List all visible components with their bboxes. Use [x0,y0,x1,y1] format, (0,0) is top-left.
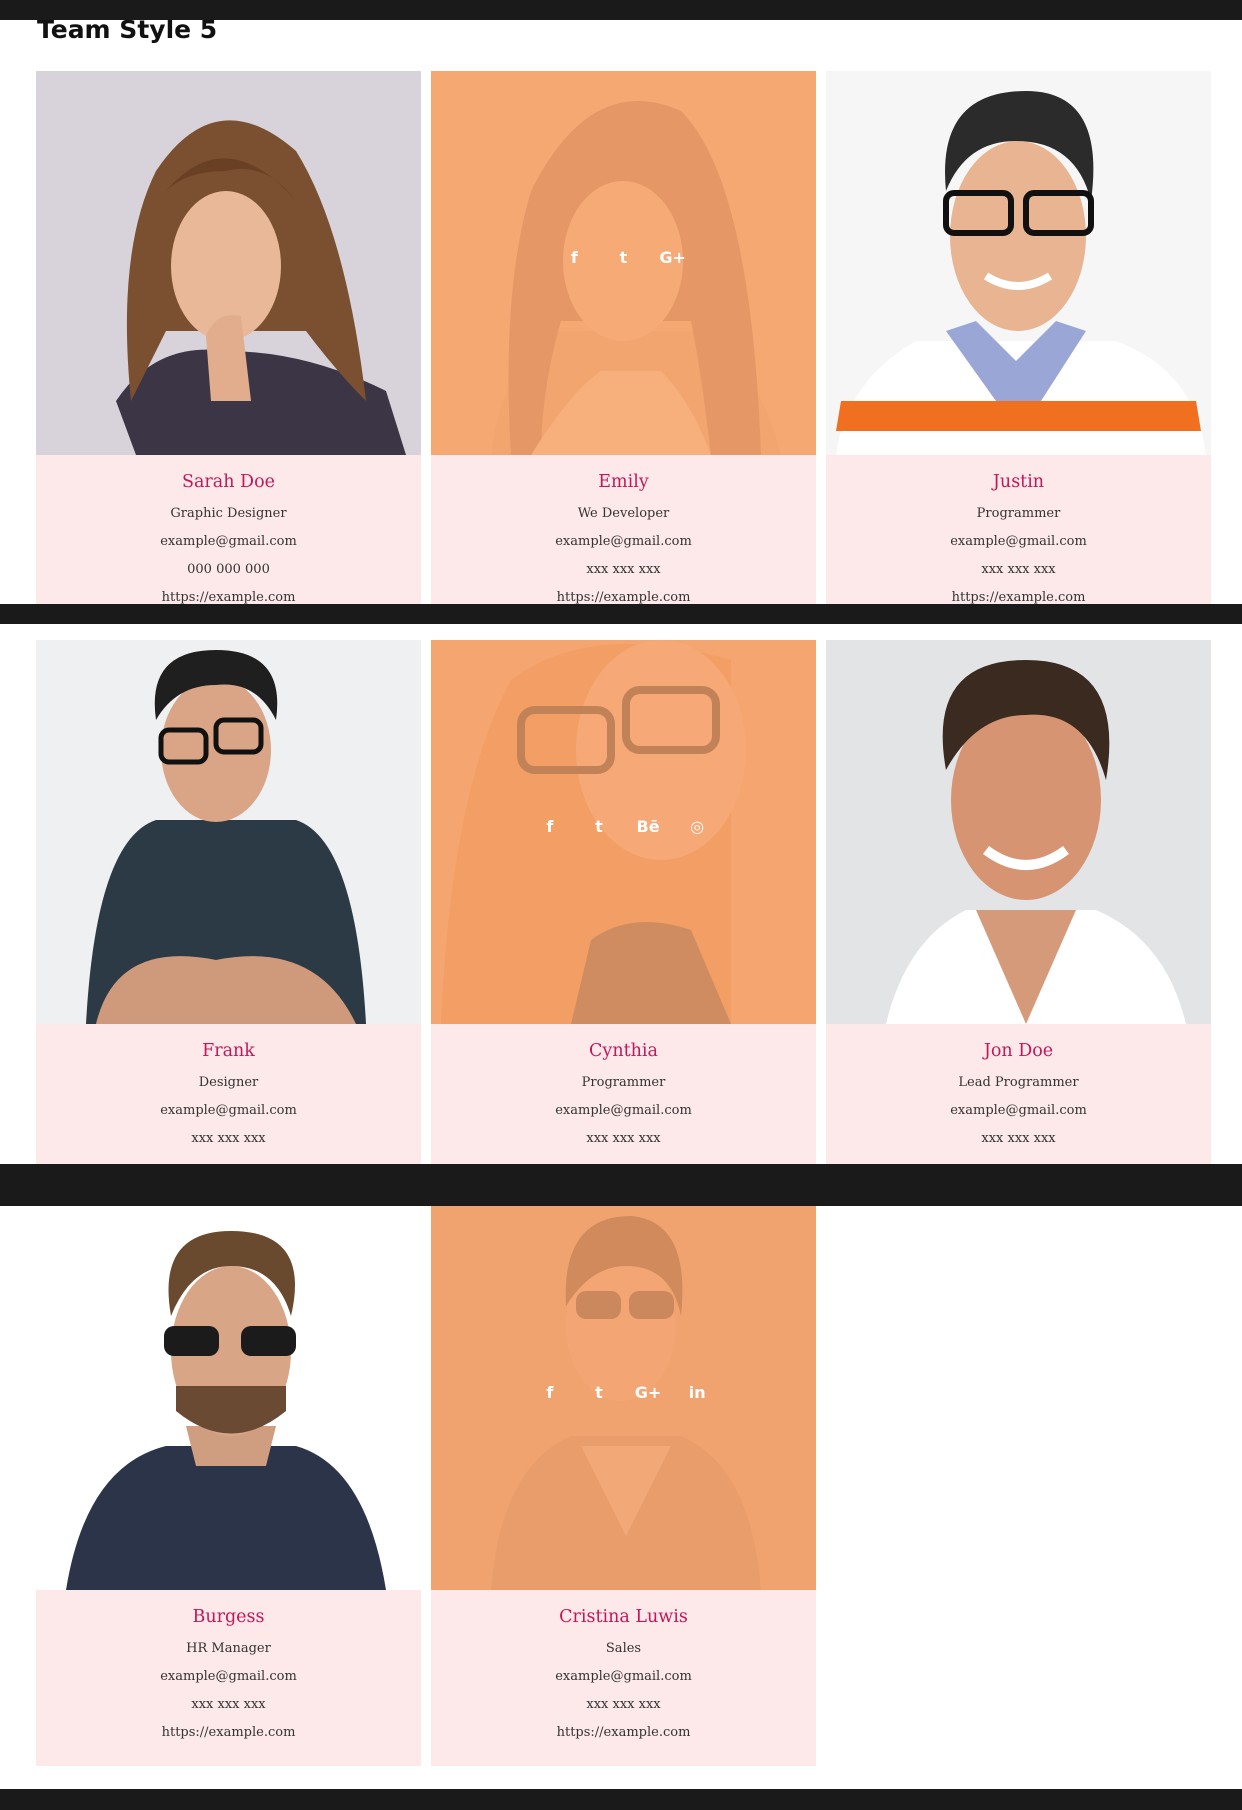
twitter-icon[interactable]: t [602,248,646,267]
member-info: Burgess HR Manager example@gmail.com xxx… [36,1590,421,1766]
social-links: f t Bē ◎ [431,817,816,836]
member-name: Justin [992,472,1045,492]
member-photo [36,71,421,455]
member-name: Cristina Luwis [559,1607,688,1627]
member-role: Programmer [581,1075,666,1090]
member-name: Emily [598,472,649,492]
member-email[interactable]: example@gmail.com [36,1097,421,1125]
team-card-sarah-doe[interactable]: Sarah Doe Graphic Designer example@gmail… [36,71,421,604]
google-plus-icon[interactable]: G+ [626,1383,670,1402]
member-phone: xxx xxx xxx [586,1697,661,1712]
bottom-bar [0,1789,1242,1810]
member-phone: xxx xxx xxx [191,1131,266,1146]
member-photo [826,640,1211,1024]
member-email[interactable]: example@gmail.com [826,528,1211,556]
member-role: We Developer [577,506,670,521]
member-role: Lead Programmer [958,1075,1079,1090]
facebook-icon[interactable]: f [528,1383,572,1402]
member-url[interactable]: https://example.com [36,1719,421,1747]
member-photo [826,71,1211,455]
team-card-cynthia[interactable]: f t Bē ◎ Cynthia Programmer example@gmai… [431,640,816,1164]
member-url[interactable]: https://example.com [826,584,1211,604]
member-photo [36,1206,421,1590]
member-name: Cynthia [589,1041,658,1061]
facebook-icon[interactable]: f [528,817,572,836]
member-role: Graphic Designer [170,506,287,521]
member-role: HR Manager [186,1641,271,1656]
member-email[interactable]: example@gmail.com [431,1663,816,1691]
social-links: f t G+ in [431,1383,816,1402]
member-email[interactable]: example@gmail.com [36,528,421,556]
facebook-icon[interactable]: f [552,248,596,267]
behance-icon[interactable]: Bē [626,817,670,836]
member-url[interactable]: https://example.com [431,1719,816,1747]
member-info: Frank Designer example@gmail.com xxx xxx… [36,1024,421,1164]
member-photo: f t Bē ◎ [431,640,816,1024]
member-name: Frank [202,1041,255,1061]
member-photo: f t G+ in [431,1206,816,1590]
member-role: Designer [198,1075,259,1090]
member-email[interactable]: example@gmail.com [431,528,816,556]
social-links: f t G+ [431,248,816,267]
member-phone: xxx xxx xxx [981,1131,1056,1146]
member-email[interactable]: example@gmail.com [431,1097,816,1125]
member-photo: f t G+ [431,71,816,455]
team-card-burgess[interactable]: Burgess HR Manager example@gmail.com xxx… [36,1206,421,1766]
member-name: Jon Doe [983,1041,1054,1061]
member-info: Cristina Luwis Sales example@gmail.com x… [431,1590,816,1766]
linkedin-icon[interactable]: in [675,1383,719,1402]
member-url[interactable]: https://example.com [431,584,816,604]
member-info: Cynthia Programmer example@gmail.com xxx… [431,1024,816,1164]
member-info: Emily We Developer example@gmail.com xxx… [431,455,816,604]
twitter-icon[interactable]: t [577,1383,621,1402]
team-card-emily[interactable]: f t G+ Emily We Developer example@gmail.… [431,71,816,604]
divider-bar [0,1164,1242,1206]
member-phone: xxx xxx xxx [981,562,1056,577]
member-email[interactable]: example@gmail.com [36,1663,421,1691]
divider-bar [0,604,1242,624]
member-info: Sarah Doe Graphic Designer example@gmail… [36,455,421,604]
member-info: Justin Programmer example@gmail.com xxx … [826,455,1211,604]
dribbble-icon[interactable]: ◎ [675,817,719,836]
member-info: Jon Doe Lead Programmer example@gmail.co… [826,1024,1211,1164]
member-phone: xxx xxx xxx [191,1697,266,1712]
top-bar [0,0,1242,20]
member-url[interactable]: https://example.com [36,584,421,604]
member-name: Burgess [192,1607,265,1627]
google-plus-icon[interactable]: G+ [651,248,695,267]
member-role: Programmer [976,506,1061,521]
member-phone: xxx xxx xxx [586,562,661,577]
member-photo [36,640,421,1024]
member-name: Sarah Doe [182,472,275,492]
member-email[interactable]: example@gmail.com [826,1097,1211,1125]
twitter-icon[interactable]: t [577,817,621,836]
member-phone: xxx xxx xxx [586,1131,661,1146]
team-card-cristina-luwis[interactable]: f t G+ in Cristina Luwis Sales example@g… [431,1206,816,1766]
team-card-frank[interactable]: Frank Designer example@gmail.com xxx xxx… [36,640,421,1164]
team-card-justin[interactable]: Justin Programmer example@gmail.com xxx … [826,71,1211,604]
team-card-jon-doe[interactable]: Jon Doe Lead Programmer example@gmail.co… [826,640,1211,1164]
member-phone: 000 000 000 [187,562,270,577]
member-role: Sales [605,1641,642,1656]
